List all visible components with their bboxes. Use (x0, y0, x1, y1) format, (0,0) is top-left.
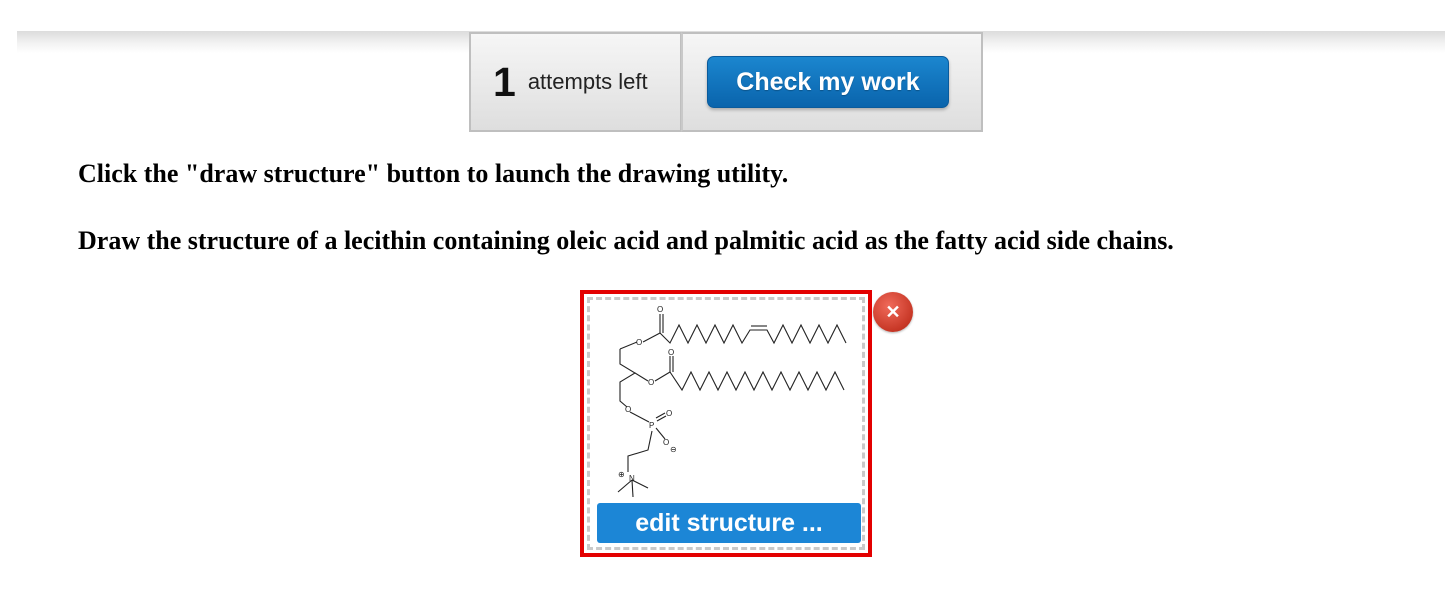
choline-chain (627, 430, 653, 472)
charge-minus: ⊖ (670, 445, 677, 454)
edit-structure-button[interactable]: edit structure ... (597, 503, 861, 543)
oleoyl-chain (659, 323, 847, 345)
check-my-work-button[interactable]: Check my work (707, 56, 949, 108)
ester-bond-2 (634, 372, 649, 382)
ester-bond-1 (642, 332, 661, 343)
phosphate-ester (629, 411, 650, 423)
palmitoyl-chain (669, 370, 845, 392)
atom-p: P (649, 421, 654, 430)
charge-plus: ⊕ (618, 470, 625, 479)
remove-structure-button[interactable]: ✕ (873, 292, 913, 332)
atom-n: N (629, 474, 635, 483)
atom-o-carbonyl-2: O (668, 348, 674, 357)
structure-answer-box[interactable]: O O O O O P O O ⊖ N ⊕ edit structure ... (580, 290, 872, 557)
check-panel: Check my work (681, 32, 983, 132)
glycerol-backbone (619, 349, 637, 408)
structure-canvas: O O O O O P O O ⊖ N ⊕ edit structure ... (587, 297, 865, 550)
atom-o-carbonyl-1: O (657, 305, 663, 314)
ester-bond-1b (619, 341, 638, 350)
atom-o-anion: O (663, 438, 669, 447)
atom-o-phosphate-ester: O (625, 405, 631, 414)
attempts-label: attempts left (527, 69, 648, 94)
instruction-launch: Click the "draw structure" button to lau… (78, 159, 789, 188)
lecithin-structure-image: O O O O O P O O ⊖ N ⊕ (617, 305, 847, 498)
atom-o-ester-2: O (648, 378, 654, 387)
instruction-question: Draw the structure of a lecithin contain… (78, 226, 1174, 255)
attempts-panel: 1 attempts left (469, 32, 681, 132)
close-icon: ✕ (885, 301, 901, 322)
atom-o-double: O (666, 409, 672, 418)
assignment-toolbar: 1 attempts left Check my work (469, 32, 983, 132)
attempts-count: 1 (493, 58, 516, 105)
atom-o-ester-1: O (636, 338, 642, 347)
ester-bond-2b (654, 371, 671, 382)
